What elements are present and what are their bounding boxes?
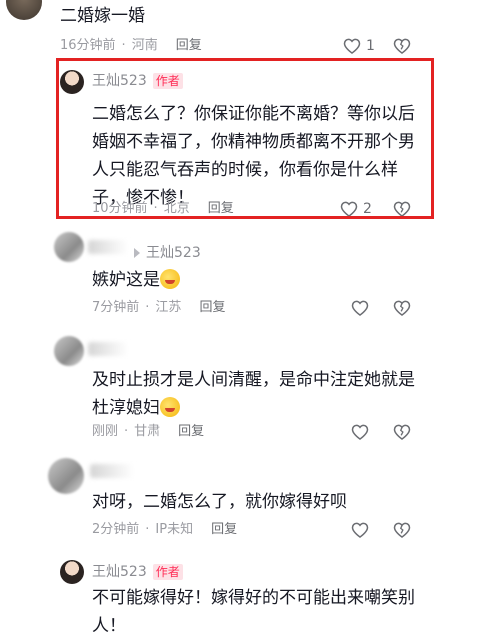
comment-time: 7分钟前	[92, 300, 140, 315]
comment-text: 对呀，二婚怎么了，就你嫁得好呗	[92, 492, 347, 512]
avatar[interactable]	[60, 560, 84, 584]
comment-time: 刚刚	[92, 424, 119, 439]
author-name[interactable]: 王灿523	[92, 564, 147, 580]
reply-arrow-icon	[134, 248, 140, 258]
reply-button[interactable]: 回复	[176, 38, 202, 53]
dislike-heart-icon	[392, 298, 412, 318]
blush-emoji-icon	[160, 397, 180, 417]
comment-meta: 7分钟前 · 江苏 回复	[92, 298, 243, 318]
blurred-name	[90, 464, 134, 478]
like-button[interactable]	[350, 520, 370, 540]
dislike-button[interactable]	[392, 520, 412, 540]
heart-icon	[350, 422, 370, 442]
dislike-button[interactable]	[392, 422, 412, 442]
like-button[interactable]: 1	[342, 36, 375, 56]
avatar[interactable]	[54, 232, 84, 262]
blurred-name	[88, 240, 128, 254]
comment-text: 嫉妒这是	[92, 266, 180, 294]
meta-dot: ·	[121, 38, 126, 53]
comment-meta: 16分钟前 · 河南 回复	[60, 36, 220, 56]
like-button[interactable]	[350, 422, 370, 442]
comment-time: 16分钟前	[60, 38, 116, 53]
laugh-emoji-icon	[160, 269, 180, 289]
dislike-button[interactable]	[392, 298, 412, 318]
comment-location: 甘肃	[134, 424, 161, 439]
reply-button[interactable]: 回复	[211, 522, 237, 537]
meta-dot: ·	[145, 300, 150, 315]
heart-icon	[350, 298, 370, 318]
like-button[interactable]	[350, 298, 370, 318]
blurred-name	[88, 342, 128, 356]
highlight-box	[56, 58, 434, 219]
comment-time: 2分钟前	[92, 522, 140, 537]
reply-button[interactable]: 回复	[178, 424, 204, 439]
meta-dot: ·	[124, 424, 129, 439]
comment-text: 不可能嫁得好！嫁得好的不可能出来嘲笑别 人！	[92, 584, 415, 640]
avatar[interactable]	[54, 336, 84, 366]
comment-meta: 刚刚 · 甘肃 回复	[92, 422, 222, 442]
comment-text: 及时止损才是人间清醒，是命中注定她就是 杜淳媳妇	[92, 366, 415, 422]
reply-target-row: 王灿523	[128, 242, 201, 264]
avatar[interactable]	[48, 458, 84, 494]
dislike-heart-icon	[392, 520, 412, 540]
author-name-row: 王灿523 作者	[92, 561, 183, 583]
author-badge: 作者	[152, 564, 183, 580]
dislike-heart-icon	[392, 36, 412, 56]
comment-location: 河南	[131, 38, 158, 53]
avatar[interactable]	[6, 0, 42, 20]
comment-line: 及时止损才是人间清醒，是命中注定她就是	[92, 370, 415, 390]
comment-location: 江苏	[155, 300, 182, 315]
heart-icon	[342, 36, 362, 56]
comment-meta: 2分钟前 · IP未知 回复	[92, 520, 255, 540]
meta-dot: ·	[145, 522, 150, 537]
comment-location: IP未知	[155, 522, 194, 537]
heart-icon	[350, 520, 370, 540]
comment-line: 嫉妒这是	[92, 270, 160, 290]
dislike-heart-icon	[392, 422, 412, 442]
comment-line: 不可能嫁得好！嫁得好的不可能出来嘲笑别	[92, 588, 415, 608]
comment-text: 二婚嫁一婚	[60, 6, 145, 26]
comment-line: 杜淳媳妇	[92, 398, 160, 418]
comment-line: 人！	[92, 616, 126, 636]
dislike-button[interactable]	[392, 36, 412, 56]
like-count: 1	[366, 38, 375, 54]
reply-button[interactable]: 回复	[199, 300, 225, 315]
reply-target-name[interactable]: 王灿523	[146, 245, 201, 261]
